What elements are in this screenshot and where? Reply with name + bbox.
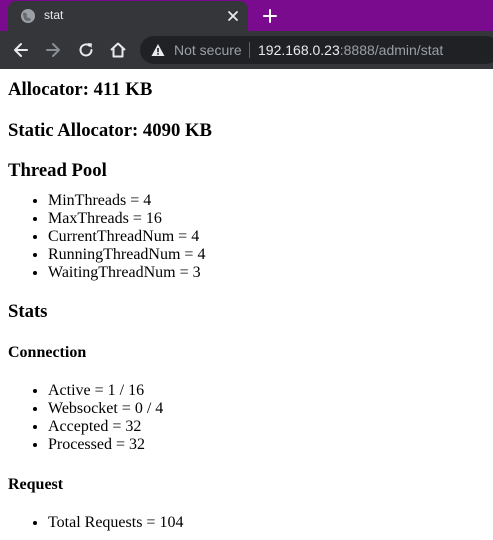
back-arrow-icon[interactable] [12, 41, 30, 59]
new-tab-button[interactable] [262, 8, 278, 24]
tab-strip: stat [0, 0, 493, 31]
url-text[interactable]: 192.168.0.23:8888/admin/stat [258, 42, 443, 58]
thread-pool-list: MinThreads = 4 MaxThreads = 16 CurrentTh… [8, 192, 493, 282]
stats-heading: Stats [8, 301, 48, 322]
request-list: Total Requests = 104 [8, 514, 493, 532]
request-heading: Request [8, 476, 64, 493]
list-item: Processed = 32 [48, 436, 493, 454]
security-status[interactable]: Not secure [174, 42, 242, 58]
list-item: Websocket = 0 / 4 [48, 400, 493, 418]
list-item: WaitingThreadNum = 3 [48, 264, 493, 282]
list-item: RunningThreadNum = 4 [48, 246, 493, 264]
thread-pool-heading: Thread Pool [8, 160, 107, 181]
home-icon[interactable] [109, 41, 127, 59]
warning-icon[interactable] [151, 43, 165, 57]
forward-arrow-icon[interactable] [44, 41, 62, 59]
reload-icon[interactable] [77, 41, 95, 59]
list-item: Total Requests = 104 [48, 514, 493, 532]
connection-heading: Connection [8, 344, 87, 361]
browser-tab[interactable]: stat [8, 1, 248, 31]
globe-icon [21, 9, 35, 23]
connection-list: Active = 1 / 16 Websocket = 0 / 4 Accept… [8, 382, 493, 454]
tab-title: stat [44, 8, 64, 22]
list-item: Accepted = 32 [48, 418, 493, 436]
url-path: :8888/admin/stat [339, 42, 444, 58]
url-host: 192.168.0.23 [258, 42, 340, 58]
static-allocator-heading: Static Allocator: 4090 KB [8, 120, 212, 141]
list-item: CurrentThreadNum = 4 [48, 228, 493, 246]
browser-toolbar: Not secure 192.168.0.23:8888/admin/stat [0, 31, 493, 69]
page-content: Allocator: 411 KB Static Allocator: 4090… [8, 69, 493, 532]
close-icon[interactable] [226, 9, 240, 23]
address-divider [249, 42, 250, 58]
list-item: MinThreads = 4 [48, 192, 493, 210]
list-item: MaxThreads = 16 [48, 210, 493, 228]
allocator-heading: Allocator: 411 KB [8, 79, 153, 100]
address-bar[interactable]: Not secure 192.168.0.23:8888/admin/stat [140, 36, 493, 64]
list-item: Active = 1 / 16 [48, 382, 493, 400]
